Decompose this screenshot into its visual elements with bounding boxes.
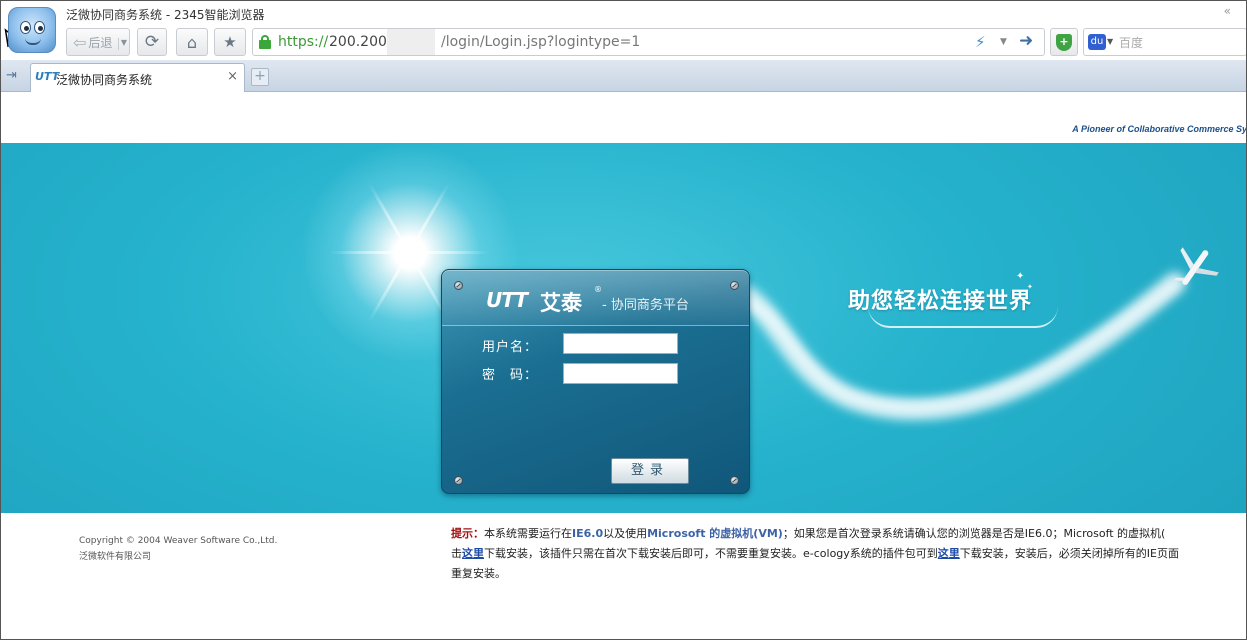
screw-icon [730,281,739,290]
brand-logo-latin: UTT [486,288,528,312]
vm-requirement: Microsoft 的虚拟机(VM) [647,527,783,540]
login-banner: 助您轻松连接世界 ✦ ✦ UTT 艾泰 ® - 协同商务平台 用户名： 密 码：… [0,143,1247,513]
star-icon: ★ [223,33,237,51]
notice-text: 本系统需要运行在 [484,527,572,540]
company-name: 泛微软件有限公司 [79,552,152,562]
title-bar: 泛微协同商务系统 - 2345智能浏览器 « [0,0,1247,26]
username-label: 用户名： [482,340,539,355]
back-button[interactable]: ⇦ 后退 ▼ [66,28,130,56]
close-icon[interactable]: × [227,69,238,84]
notice-text: 下载安装，安装后，必须关闭掉所有的IE页面 [959,547,1179,560]
url-redaction [387,29,435,55]
sidebar-toggle-icon[interactable]: ⇥ [6,68,17,83]
sparkle-icon: ✦ [1027,283,1033,291]
favorites-button[interactable]: ★ [214,28,246,56]
notice-line-1: 提示：本系统需要运行在IE6.0以及使用Microsoft 的虚拟机(VM)；如… [451,524,1247,544]
back-label: 后退 [88,35,113,50]
refresh-icon: ⟳ [144,32,160,52]
address-bar[interactable]: https:// 200.200 /login/Login.jsp?logint… [252,28,1045,56]
notice-text: 下载安装，该插件只需在首次下载安装后即可，不需要重复安装。e-cology系统的… [484,547,938,560]
notice-text: ；如果您是首次登录系统请确认您的浏览器是否是IE6.0；Microsoft 的虚… [782,527,1166,540]
screw-icon [454,476,463,485]
password-input[interactable] [563,363,678,384]
home-button[interactable]: ⌂ [176,28,208,56]
collapse-icon[interactable]: « [1224,4,1231,18]
back-history-dropdown-icon[interactable]: ▼ [117,38,127,50]
logo-eye-right [34,21,45,34]
notice-text: 击 [451,547,462,560]
copyright-block: Copyright © 2004 Weaver Software Co.,Ltd… [79,533,277,565]
back-arrow-icon: ⇦ [73,32,87,52]
tab-bar: ⇥ UTT 泛微协同商务系统 × + [0,60,1247,92]
browser-toolbar: ⇦ 后退 ▼ ⟳ ⌂ ★ https:// 200.200 /login/Log… [0,26,1247,60]
screw-icon [454,281,463,290]
login-button[interactable]: 登录 [611,458,689,484]
vm-download-link[interactable]: 这里 [462,547,484,560]
notice-text: 以及使用 [603,527,648,540]
url-dropdown-icon[interactable]: ▼ [1000,37,1007,47]
airplane-icon [1174,247,1219,285]
security-button[interactable]: + [1050,28,1078,56]
notice-text: 重复安装。 [451,567,506,580]
brand-subtitle: - 协同商务平台 [602,298,689,313]
notice-line-3: 重复安装。 [451,564,1247,584]
screw-icon [730,476,739,485]
username-input[interactable] [563,333,678,354]
bolt-icon[interactable]: ⚡ [975,33,986,51]
search-input[interactable]: 百度 [1119,34,1143,51]
copyright-text: Copyright © 2004 Weaver Software Co.,Ltd… [79,536,278,546]
slogan-swoosh [868,306,1058,328]
logo-eye-left [20,21,31,34]
url-host: 200.200 [329,34,387,50]
tab-active[interactable]: UTT 泛微协同商务系统 × [30,63,245,92]
shield-icon: + [1056,33,1072,51]
window-title: 泛微协同商务系统 - 2345智能浏览器 [66,8,265,22]
notice-hint-label: 提示： [451,527,484,540]
baidu-paw-icon[interactable]: du [1088,34,1106,50]
search-box[interactable]: du ▼ 百度 [1083,28,1247,56]
registered-mark: ® [594,285,602,294]
url-scheme: https:// [278,34,329,50]
sparkle-icon: ✦ [1016,271,1025,282]
company-tagline: A Pioneer of Collaborative Commerce Sy [1072,124,1247,134]
url-path: /login/Login.jsp?logintype=1 [441,34,641,50]
login-panel: UTT 艾泰 ® - 协同商务平台 用户名： 密 码： 登录 [441,269,750,494]
tab-label: 泛微协同商务系统 [56,73,153,87]
refresh-button[interactable]: ⟳ [137,28,167,56]
home-icon: ⌂ [186,32,198,52]
lock-icon [259,35,271,49]
requirements-notice: 提示：本系统需要运行在IE6.0以及使用Microsoft 的虚拟机(VM)；如… [451,524,1247,584]
logo-mouth [25,38,41,45]
password-label: 密 码： [482,368,539,383]
plus-icon[interactable]: + [251,68,269,86]
brand-logo-cn: 艾泰 [540,291,582,315]
ie-version: IE6.0 [572,527,604,540]
app-logo-icon[interactable] [8,7,56,53]
plugin-download-link[interactable]: 这里 [938,547,960,560]
search-engine-dropdown-icon[interactable]: ▼ [1107,37,1113,46]
go-arrow-icon[interactable]: ➜ [1019,31,1033,51]
notice-line-2: 击这里下载安装，该插件只需在首次下载安装后即可，不需要重复安装。e-cology… [451,544,1247,564]
